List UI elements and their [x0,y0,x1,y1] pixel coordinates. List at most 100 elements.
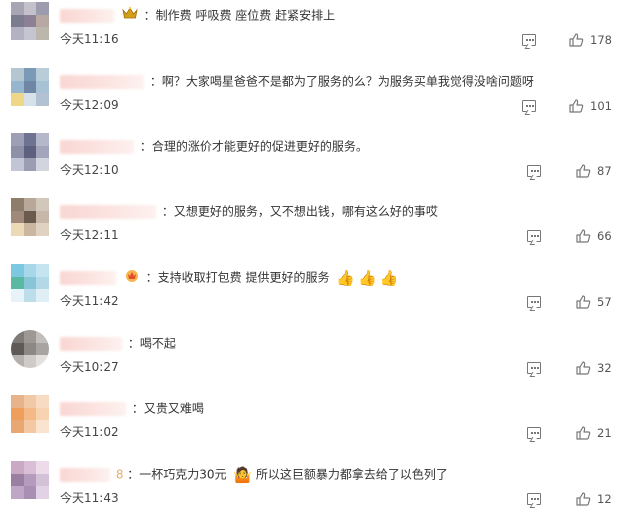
gesture-emoji-icon: 🤷 [233,465,253,484]
avatar-pixel [36,80,49,94]
avatar-pixel [11,158,24,171]
avatar-pixel [23,473,37,487]
comment-line: ：又贵又难喝 [60,399,609,419]
like-count: 32 [597,361,612,375]
avatar-pixel [23,80,37,94]
like-count: 66 [597,229,612,243]
avatar-pixel [11,68,24,81]
avatar-pixel [23,395,37,408]
avatar-pixel [36,27,49,40]
like-button[interactable]: 178 [568,30,612,50]
reply-icon[interactable] [527,165,541,177]
avatar-pixel [11,80,24,94]
avatar-pixel [36,289,49,302]
like-button[interactable]: 57 [575,292,612,312]
comment-text: ：一杯巧克力30元 [127,467,227,482]
comment-text: ：制作费 呼吸费 座位费 赶紧安排上 [143,8,336,23]
avatar[interactable] [11,395,49,433]
avatar-pixel [23,264,37,277]
comment-item: ：又贵又难喝 今天11:02 21 [0,393,619,457]
avatar-pixel [11,223,24,236]
avatar-pixel [23,461,37,474]
avatar-pixel [11,210,24,224]
comment-line: 8 ：一杯巧克力30元 🤷 所以这巨额暴力都拿去给了以色列了 [60,465,609,485]
avatar-pixel [23,223,37,236]
thumbs-up-icon [576,492,591,506]
comment-line: ：支持收取打包费 提供更好的服务 👍 👍 👍 [60,268,609,288]
avatar-pixel [11,2,24,15]
username[interactable] [60,204,156,219]
avatar-pixel [36,223,49,236]
avatar-pixel [11,395,24,408]
avatar-pixel [23,2,37,15]
like-button[interactable]: 87 [575,161,612,181]
timestamp: 今天11:42 [60,294,119,308]
avatar-pixel [36,420,49,433]
avatar-pixel [23,133,37,146]
comment-text: ：又贵又难喝 [131,401,204,416]
avatar-pixel [23,289,37,302]
avatar-pixel [36,395,49,408]
avatar[interactable] [11,2,49,40]
avatar-pixel [36,14,49,28]
username[interactable] [60,336,122,351]
avatar[interactable] [11,198,49,236]
avatar-pixel [11,473,24,487]
avatar-pixel [23,486,37,499]
avatar[interactable] [11,461,49,499]
comment-item: ：支持收取打包费 提供更好的服务 👍 👍 👍 今天11:42 57 [0,262,619,326]
username[interactable] [60,139,134,154]
avatar-pixel [23,14,37,28]
reply-icon[interactable] [527,296,541,308]
timestamp: 今天10:27 [60,360,119,374]
avatar-pixel [11,14,24,28]
timestamp: 今天11:16 [60,32,119,46]
reply-icon[interactable] [527,230,541,242]
like-count: 57 [597,295,612,309]
avatar-pixel [36,210,49,224]
avatar-pixel [11,461,24,474]
username[interactable] [60,467,110,482]
avatar-pixel [23,407,37,421]
comment-list: ：制作费 呼吸费 座位费 赶紧安排上 今天11:16 178 ：啊？大家喝星爸爸… [0,0,619,517]
like-button[interactable]: 32 [575,358,612,378]
avatar[interactable] [11,68,49,106]
like-button[interactable]: 66 [575,226,612,246]
comment-line: ：制作费 呼吸费 座位费 赶紧安排上 [60,6,609,26]
crown-icon [124,268,140,287]
avatar[interactable] [11,264,49,302]
reply-icon[interactable] [527,362,541,374]
like-count: 87 [597,164,612,178]
avatar-pixel [11,355,24,368]
like-button[interactable]: 101 [568,96,612,116]
like-button[interactable]: 12 [575,489,612,509]
avatar-pixel [36,68,49,81]
thumbs-up-emoji-icon: 👍 [358,268,377,287]
avatar-pixel [23,68,37,81]
username[interactable] [60,8,114,23]
username[interactable] [60,74,144,89]
username[interactable] [60,270,116,285]
reply-icon[interactable] [527,493,541,505]
comment-item: ：喝不起 今天10:27 32 [0,328,619,392]
avatar-pixel [36,133,49,146]
like-count: 178 [590,33,612,47]
avatar-pixel [11,407,24,421]
like-button[interactable]: 21 [575,423,612,443]
username[interactable] [60,401,126,416]
reply-icon[interactable] [522,100,536,112]
reply-icon[interactable] [527,427,541,439]
avatar[interactable] [11,133,49,171]
avatar-pixel [23,145,37,159]
comment-text: ：又想更好的服务，又不想出钱，哪有这么好的事哎 [161,204,438,219]
avatar-pixel [36,473,49,487]
comment-text: ：啊？大家喝星爸爸不是都为了服务的么？为服务买单我觉得没啥问题呀 [149,74,534,89]
timestamp: 今天12:10 [60,163,119,177]
comment-text: ：喝不起 [127,336,176,351]
comment-line: ：啊？大家喝星爸爸不是都为了服务的么？为服务买单我觉得没啥问题呀 [60,72,609,92]
avatar-pixel [36,407,49,421]
like-count: 21 [597,426,612,440]
avatar[interactable] [11,330,49,368]
thumbs-up-emoji-icon: 👍 [336,268,355,287]
reply-icon[interactable] [522,34,536,46]
